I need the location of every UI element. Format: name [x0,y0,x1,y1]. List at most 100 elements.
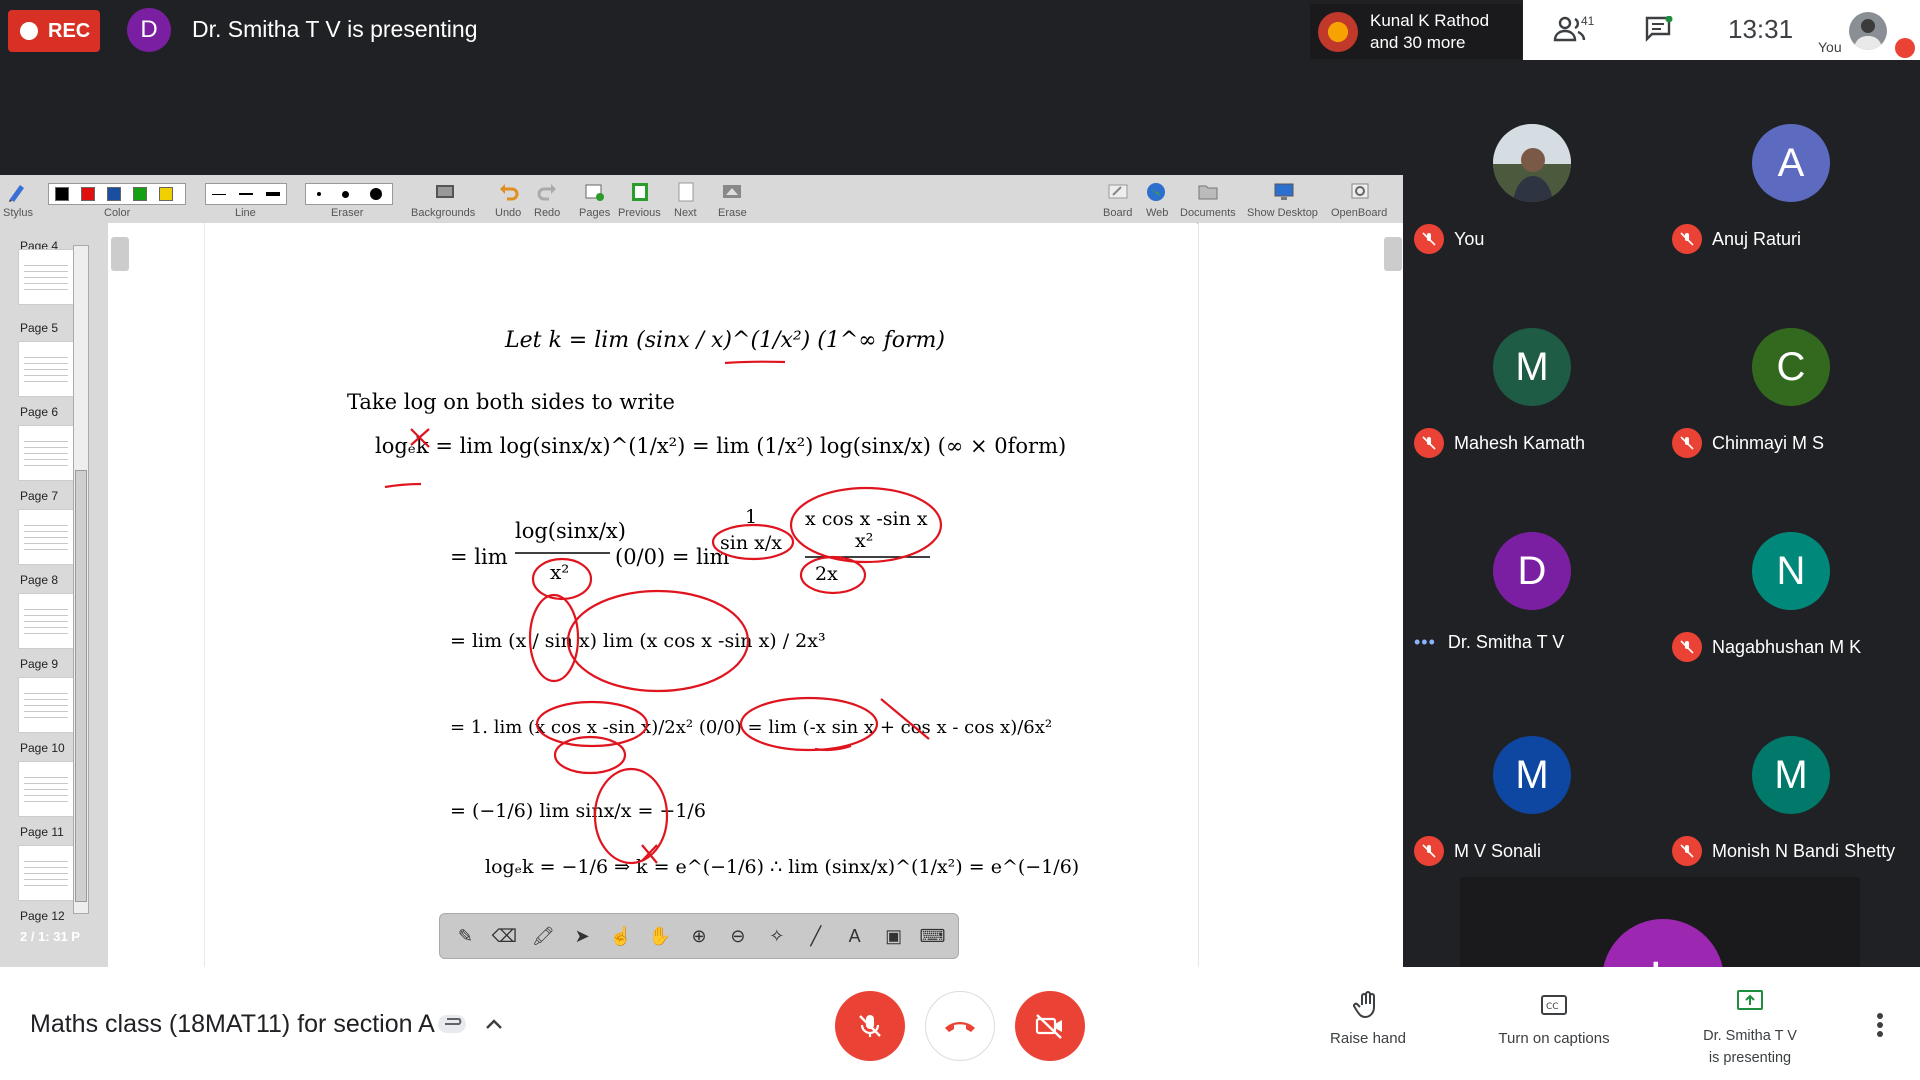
stylus-label: Stylus [3,207,33,219]
interact-hand-icon[interactable]: ☝ [608,923,634,949]
text-tool-icon[interactable]: A [842,923,868,949]
chat-icon[interactable] [1645,16,1673,42]
board-icon[interactable] [1107,181,1129,203]
pages-label: Pages [579,207,611,219]
page-thumbnail[interactable] [18,341,75,397]
raise-hand-button[interactable]: Raise hand [1318,990,1418,1047]
presenting-title: Dr. Smitha T V is presenting [192,16,478,42]
camera-off-icon [1035,1014,1062,1039]
capture-icon[interactable]: ▣ [881,923,907,949]
left-panel-tab[interactable] [111,237,129,271]
participant-name-text: You [1454,228,1485,249]
redo-icon[interactable] [536,181,558,203]
more-options-icon[interactable] [1876,1012,1884,1038]
participant-name-text: Monish N Bandi Shetty [1712,840,1896,861]
undo-label: Undo [495,207,522,219]
next-page-icon[interactable] [675,181,697,203]
math-line-3: logₑk = lim log(sinx/x)^(1/x²) = lim (1/… [375,434,1066,458]
line-width-group[interactable] [205,183,287,205]
presenting-status-button[interactable]: Dr. Smitha T V is presenting [1688,986,1812,1069]
math-line-4a: = lim [450,545,508,569]
captions-button[interactable]: CC Turn on captions [1484,990,1624,1047]
math-line-2: Take log on both sides to write [347,390,675,414]
people-count: 41 [1581,14,1595,28]
participant-name: Monish N Bandi Shetty [1672,836,1895,866]
next-label: Next [674,207,697,219]
participant-avatar [1318,11,1358,52]
eraser-size-group[interactable] [305,183,393,205]
previous-label: Previous [618,207,661,219]
previous-page-icon[interactable] [629,181,651,203]
self-thumbnail[interactable] [1849,12,1887,50]
presenting-line1: Dr. Smitha T V [1703,1028,1797,1044]
attachment-icon[interactable] [436,1011,468,1037]
participant-avatar: C [1752,328,1830,406]
mic-off-icon [1672,632,1702,662]
participant-name: Nagabhushan M K [1672,632,1861,662]
erase-page-icon[interactable] [721,181,743,203]
keyboard-icon[interactable]: ⌨ [920,923,946,949]
participant-tile-partial: L [1460,877,1860,967]
self-label: You [1818,39,1842,55]
pages-icon[interactable] [583,181,605,203]
page-thumbnail[interactable] [18,677,75,733]
math-line-1: Let k = lim (sinx / x)^(1/x²) (1^∞ form) [504,328,945,353]
page-label: Page 9 [20,657,59,671]
web-globe-icon[interactable] [1145,181,1167,203]
hand-pan-icon[interactable]: ✋ [647,923,673,949]
chevron-up-icon[interactable] [484,1016,504,1032]
microphone-toggle-button[interactable] [835,991,905,1061]
zoom-in-icon[interactable]: ⊕ [686,923,712,949]
documents-folder-icon[interactable] [1197,181,1219,203]
page-thumbnail[interactable] [18,761,75,817]
participant-name-text: Anuj Raturi [1712,228,1802,249]
mic-off-icon [1414,428,1444,458]
participants-grid [1403,60,1920,967]
color-swatch[interactable] [55,187,69,201]
board-margin-right [1198,223,1404,967]
color-swatch[interactable] [159,187,173,201]
page-thumbnail[interactable] [18,249,75,305]
participant-avatar [1493,124,1571,202]
leave-call-button[interactable] [925,991,995,1061]
laser-pointer-icon[interactable]: ✧ [764,923,790,949]
math-line-4b: log(sinx/x) [515,519,626,543]
eraser-tool-icon[interactable]: ⌫ [491,923,517,949]
meeting-title[interactable]: Maths class (18MAT11) for section A [30,1010,435,1039]
color-swatch[interactable] [81,187,95,201]
stylus-icon[interactable] [6,181,28,203]
captions-label: Turn on captions [1498,1030,1610,1047]
color-swatch[interactable] [107,187,121,201]
raise-hand-label: Raise hand [1330,1030,1406,1047]
highlighter-icon[interactable]: 🖍 [530,923,556,949]
backgrounds-icon[interactable] [434,181,456,203]
camera-toggle-button[interactable] [1015,991,1085,1061]
page-thumbnail[interactable] [18,425,75,481]
pen-tool-icon[interactable]: ✎ [452,923,478,949]
openboard-gear-icon[interactable] [1349,181,1371,203]
scrollbar-thumb[interactable] [75,470,87,902]
color-palette[interactable] [48,183,186,205]
right-panel-tab[interactable] [1384,237,1402,271]
mic-off-icon [1895,38,1915,58]
page-thumbnail[interactable] [18,509,75,565]
undo-icon[interactable] [498,181,520,203]
line-tool-icon[interactable]: ╱ [803,923,829,949]
color-swatch[interactable] [133,187,147,201]
line-label: Line [235,207,256,219]
page-label: Page 10 [20,741,65,755]
pointer-icon[interactable]: ➤ [569,923,595,949]
board-margin-left [108,223,205,967]
others-line2: and 30 more [1370,32,1466,52]
show-desktop-icon[interactable] [1273,181,1295,203]
participant-avatar: D [1493,532,1571,610]
hang-up-icon [945,1022,975,1032]
page-thumbnail[interactable] [18,593,75,649]
drawing-tools-palette: ✎ ⌫ 🖍 ➤ ☝ ✋ ⊕ ⊖ ✧ ╱ A ▣ ⌨ [439,913,959,959]
web-label: Web [1146,207,1169,219]
zoom-out-icon[interactable]: ⊖ [725,923,751,949]
page-thumbnail[interactable] [18,845,75,901]
mic-off-icon [1414,224,1444,254]
svg-text:CC: CC [1546,1002,1559,1012]
others-indicator[interactable]: Kunal K Rathod and 30 more [1310,4,1522,59]
